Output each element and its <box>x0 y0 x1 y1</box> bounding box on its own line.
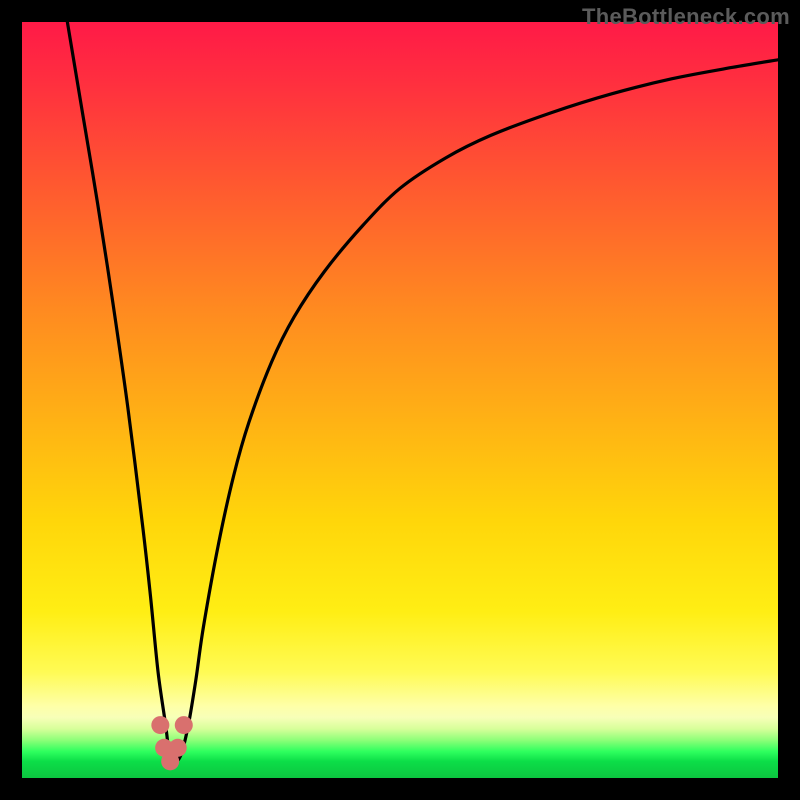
plot-area <box>22 22 778 778</box>
min-marker-right2 <box>169 739 187 757</box>
watermark-text: TheBottleneck.com <box>582 4 790 30</box>
bottleneck-curve <box>67 22 778 763</box>
chart-frame: TheBottleneck.com <box>0 0 800 800</box>
min-markers <box>151 716 192 770</box>
min-marker-right <box>175 716 193 734</box>
curve-layer <box>22 22 778 778</box>
min-marker-left <box>151 716 169 734</box>
